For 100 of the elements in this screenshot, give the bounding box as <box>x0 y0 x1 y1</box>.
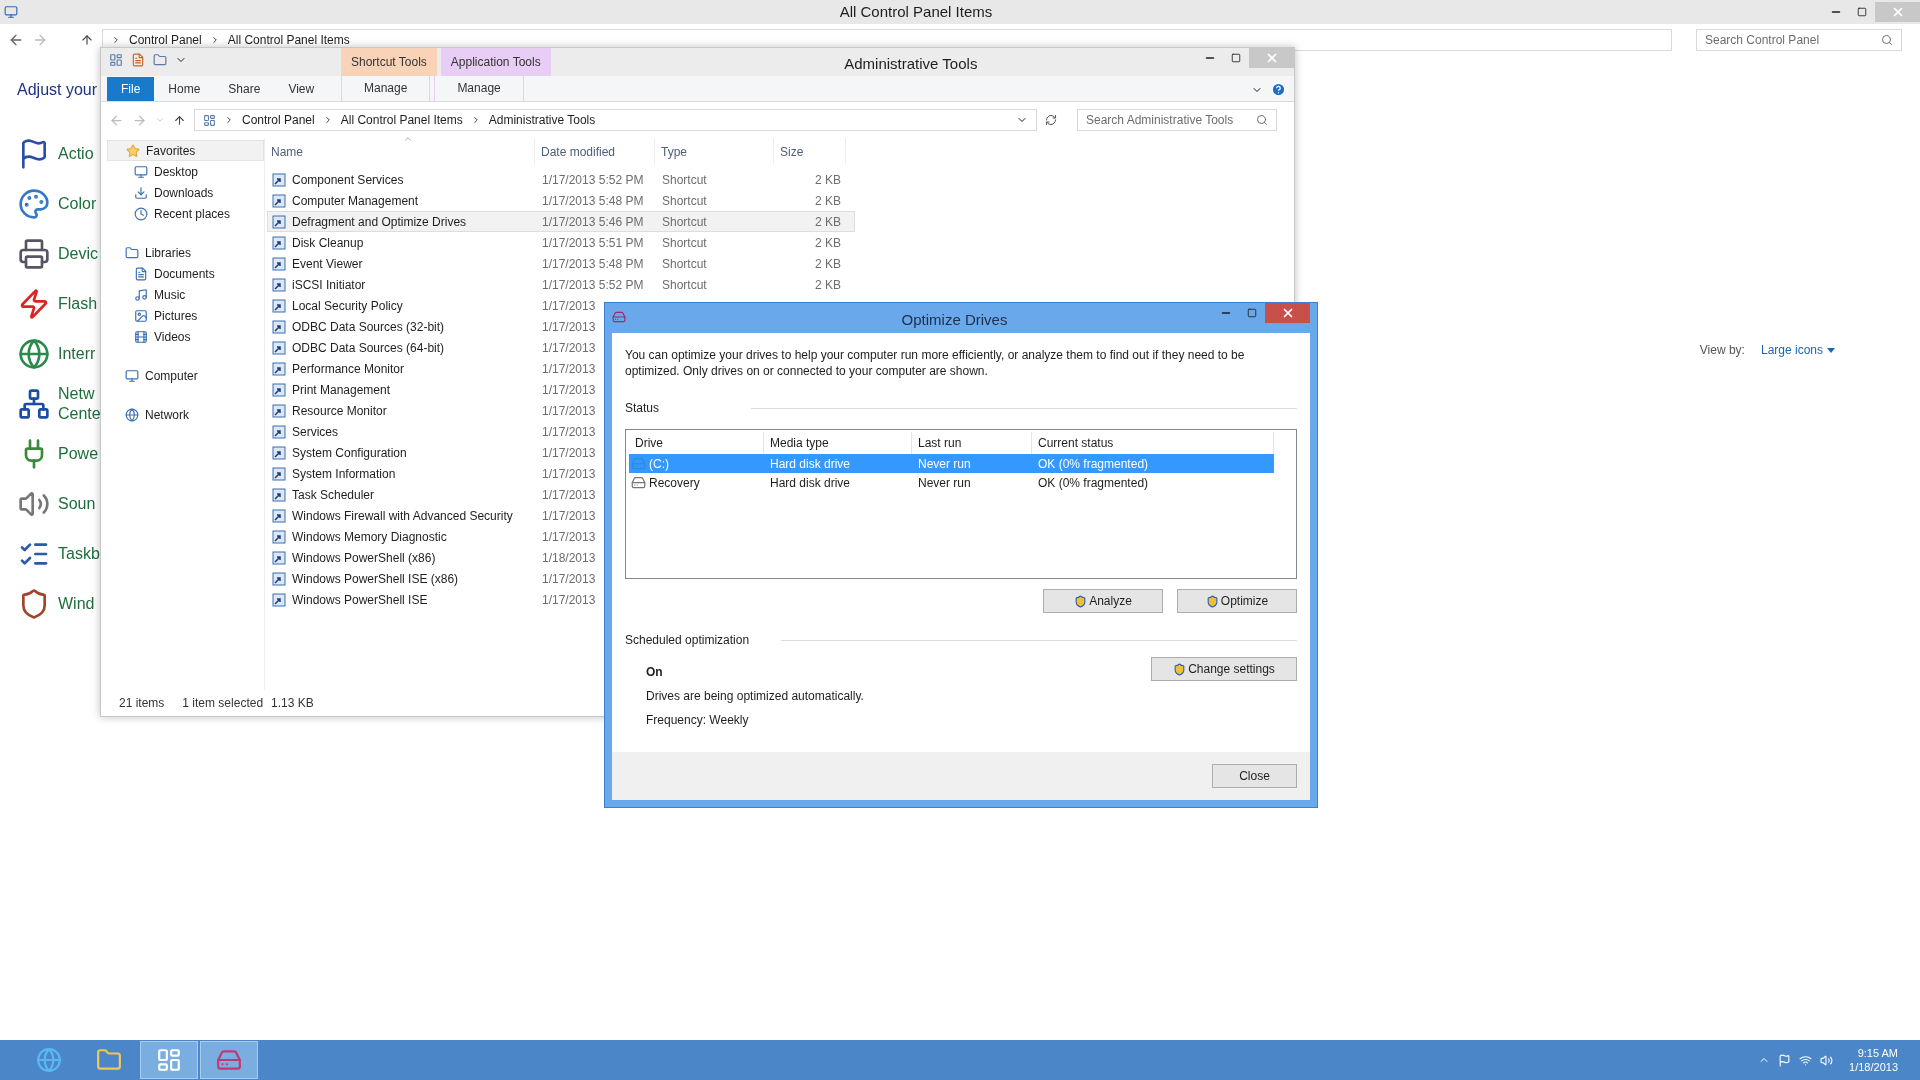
breadcrumb-item[interactable]: Control Panel <box>242 111 315 129</box>
ribbon-tab[interactable]: File <box>107 77 155 101</box>
item-link[interactable]: Color <box>58 194 97 214</box>
file-row[interactable]: iSCSI Initiator 1/17/2013 5:52 PM Shortcut 2 KB <box>267 274 855 295</box>
file-row[interactable]: ODBC Data Sources (32-bit) 1/17/2013 <box>267 316 855 337</box>
item-link[interactable]: Cente <box>58 404 100 424</box>
search-field[interactable]: Search Control Panel <box>1696 29 1902 51</box>
file-name: Services <box>292 423 338 441</box>
document-icon <box>134 266 148 281</box>
ribbon-tab[interactable]: View <box>274 77 329 101</box>
file-row[interactable]: Disk Cleanup 1/17/2013 5:51 PM Shortcut 2 KB <box>267 232 855 253</box>
status-text: 1 item selected <box>182 695 264 712</box>
shortcut-icon <box>272 277 286 292</box>
ribbon-tab[interactable]: Home <box>154 77 215 101</box>
film-icon <box>134 329 148 344</box>
up-icon[interactable] <box>173 113 186 127</box>
file-row[interactable]: Component Services 1/17/2013 5:52 PM Shortcut 2 KB <box>267 169 855 190</box>
flag-icon[interactable] <box>1778 1053 1792 1067</box>
file-row[interactable]: Computer Management 1/17/2013 5:48 PM Shortcut 2 KB <box>267 190 855 211</box>
back-icon[interactable] <box>8 32 24 48</box>
status-text: 21 items <box>119 695 165 712</box>
breadcrumb-item[interactable]: Administrative Tools <box>488 111 596 129</box>
refresh-icon[interactable] <box>1045 114 1057 126</box>
action-button[interactable]: Analyze <box>1043 589 1163 613</box>
taskbar-app[interactable] <box>200 1041 258 1079</box>
nav-item[interactable]: Downloads <box>101 182 264 203</box>
folder-icon[interactable] <box>153 53 167 67</box>
breadcrumb-item[interactable]: All Control Panel Items <box>227 31 350 49</box>
file-row[interactable]: Event Viewer 1/17/2013 5:48 PM Shortcut 2 KB <box>267 253 855 274</box>
clock[interactable]: 9:15 AM 1/18/2013 <box>1849 1046 1898 1074</box>
size-cell: 2 KB <box>815 172 841 187</box>
nav-item[interactable]: Videos <box>101 326 264 347</box>
file-name: System Configuration <box>292 444 407 462</box>
date-cell: 1/17/2013 <box>542 487 596 502</box>
date-cell: 1/17/2013 5:52 PM <box>542 277 644 292</box>
file-row[interactable]: Print Management 1/17/2013 <box>267 379 855 400</box>
drive-row[interactable]: Recovery Hard disk drive Never run OK (0% fragmented) <box>629 473 1274 492</box>
item-link[interactable]: Powe <box>58 444 99 464</box>
action-button[interactable]: Optimize <box>1177 589 1297 613</box>
column-header[interactable]: Date modified <box>535 138 655 165</box>
item-link[interactable]: Soun <box>58 494 96 514</box>
help-icon[interactable] <box>1271 82 1286 97</box>
date-cell: 1/17/2013 <box>542 592 596 607</box>
nav-item[interactable]: Libraries <box>107 242 264 263</box>
taskbar-app[interactable] <box>140 1041 198 1079</box>
file-row[interactable]: Local Security Policy 1/17/2013 <box>267 295 855 316</box>
nav-item[interactable]: Desktop <box>101 161 264 182</box>
search-field[interactable]: Search Administrative Tools <box>1077 109 1277 131</box>
column-header[interactable]: Type <box>655 138 774 165</box>
file-name: Windows PowerShell ISE (x86) <box>292 570 459 588</box>
shortcut-icon <box>272 424 286 439</box>
nav-item[interactable]: Music <box>101 284 264 305</box>
media-type-cell: Hard disk drive <box>770 456 851 471</box>
breadcrumb-item[interactable]: All Control Panel Items <box>340 111 463 129</box>
section-heading: Status <box>625 400 660 417</box>
nav-item[interactable]: Favorites <box>107 140 264 161</box>
item-link[interactable]: Interr <box>58 344 96 364</box>
file-row[interactable]: Windows PowerShell ISE 1/17/2013 <box>267 589 855 610</box>
shortcut-icon <box>272 172 286 187</box>
status-text: 1.13 KB <box>271 695 314 712</box>
file-row[interactable]: Windows Firewall with Advanced Security 1/17/2013 <box>267 505 855 526</box>
item-link[interactable]: Devic <box>58 244 98 264</box>
nav-item[interactable]: Network <box>107 404 264 425</box>
document-icon[interactable] <box>131 53 145 67</box>
date-cell: 1/17/2013 <box>542 445 596 460</box>
nav-item[interactable]: Pictures <box>101 305 264 326</box>
network-icon[interactable] <box>1799 1053 1813 1067</box>
item-link[interactable]: Wind <box>58 594 95 614</box>
ribbon-tab[interactable]: Manage <box>434 75 524 101</box>
change-settings-button[interactable]: Change settings <box>1151 657 1297 681</box>
close-button[interactable] <box>1265 303 1310 323</box>
close-button[interactable]: Close <box>1212 764 1297 788</box>
file-row[interactable]: Windows PowerShell ISE (x86) 1/17/2013 <box>267 568 855 589</box>
ribbon-tab[interactable]: Manage <box>341 75 431 101</box>
file-name: Disk Cleanup <box>292 234 364 252</box>
forward-icon[interactable] <box>32 32 48 48</box>
file-row[interactable]: Windows PowerShell (x86) 1/18/2013 <box>267 547 855 568</box>
nav-item[interactable]: Documents <box>101 263 264 284</box>
ribbon-tab[interactable]: Share <box>214 77 275 101</box>
type-cell: Shortcut <box>662 256 707 271</box>
nav-item[interactable]: Recent places <box>101 203 264 224</box>
forward-icon[interactable] <box>132 112 147 128</box>
address-bar[interactable]: Control Panel All Control Panel Items Administrative Tools <box>194 109 1037 131</box>
speaker-icon[interactable] <box>1820 1053 1834 1067</box>
view-by-dropdown[interactable]: Large icons <box>1760 341 1835 359</box>
item-link[interactable]: Flash <box>58 294 98 314</box>
file-name: Defragment and Optimize Drives <box>292 213 467 231</box>
up-icon[interactable] <box>80 33 94 47</box>
breadcrumb-item[interactable]: Control Panel <box>129 31 202 49</box>
dashboard-icon[interactable] <box>109 53 123 67</box>
shield-icon <box>1173 662 1187 676</box>
nav-item[interactable]: Computer <box>107 365 264 386</box>
file-row[interactable]: Windows Memory Diagnostic 1/17/2013 <box>267 526 855 547</box>
item-link[interactable]: Netw <box>58 384 100 404</box>
column-header[interactable]: Name <box>265 138 535 165</box>
file-row[interactable]: Defragment and Optimize Drives 1/17/2013 5:46 PM Shortcut 2 KB <box>267 211 855 232</box>
item-link[interactable]: Taskb <box>58 544 100 564</box>
item-link[interactable]: Actio <box>58 144 94 164</box>
monitor-icon <box>4 5 18 19</box>
column-header[interactable]: Size <box>774 138 846 165</box>
